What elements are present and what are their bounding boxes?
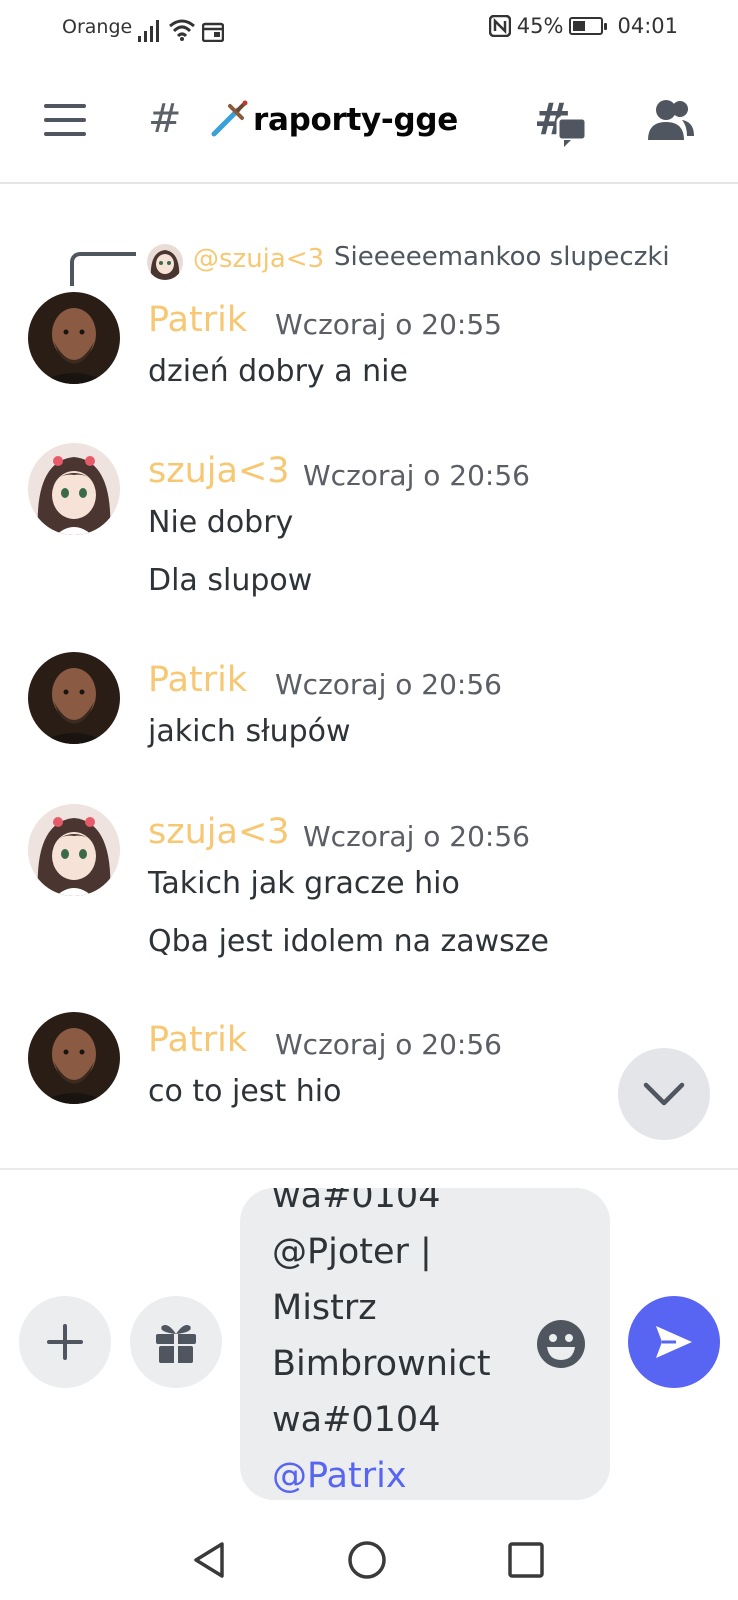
user-avatar[interactable] xyxy=(28,652,120,744)
carrier-label: Orange xyxy=(62,16,133,38)
dagger-icon xyxy=(211,100,248,137)
reply-connector xyxy=(70,252,136,286)
message-timestamp: Wczoraj o 20:56 xyxy=(275,668,502,701)
message-author[interactable]: szuja<3 xyxy=(148,812,290,852)
message-list[interactable]: @szuja<3 Sieeeeemankoo slupeczki Patrik … xyxy=(0,186,738,1168)
message-author[interactable]: Patrik xyxy=(148,660,247,700)
gift-icon xyxy=(156,1325,196,1363)
calendar-icon xyxy=(202,22,224,42)
jump-to-latest-button[interactable] xyxy=(618,1048,710,1140)
status-bar: Orange 45% 04:01 xyxy=(0,0,738,58)
reply-avatar[interactable] xyxy=(147,244,183,280)
reply-text[interactable]: Sieeeeemankoo slupeczki xyxy=(334,242,670,272)
add-attachment-button[interactable] xyxy=(19,1296,111,1388)
gift-button[interactable] xyxy=(130,1296,222,1388)
message-author[interactable]: Patrik xyxy=(148,1020,247,1060)
input-line: wa#0104 xyxy=(272,1188,441,1216)
system-navigation-bar xyxy=(0,1520,738,1600)
message-input-text[interactable]: wa#0104 @Pjoter | Mistrz Bimbrownict wa#… xyxy=(272,1188,512,1500)
home-icon[interactable] xyxy=(345,1538,389,1582)
message-timestamp: Wczoraj o 20:56 xyxy=(303,820,530,853)
input-line: Mistrz xyxy=(272,1288,377,1328)
user-avatar[interactable] xyxy=(28,804,120,896)
message-timestamp: Wczoraj o 20:55 xyxy=(275,308,502,341)
battery-icon xyxy=(569,17,608,35)
plus-icon xyxy=(47,1324,83,1360)
clock: 04:01 xyxy=(617,14,678,38)
back-icon[interactable] xyxy=(188,1538,232,1582)
send-button[interactable] xyxy=(628,1296,720,1388)
nfc-icon xyxy=(488,15,511,37)
status-icons xyxy=(138,14,224,42)
input-line: Bimbrownict xyxy=(272,1344,491,1384)
message-author[interactable]: szuja<3 xyxy=(148,451,290,491)
members-icon[interactable] xyxy=(644,98,694,142)
bearded-man-avatar-icon xyxy=(28,292,120,384)
wifi-icon xyxy=(169,19,195,41)
anime-avatar-icon xyxy=(147,244,183,280)
anime-avatar-icon xyxy=(28,804,120,896)
emoji-icon[interactable] xyxy=(535,1318,587,1370)
input-mention: @Patrix xyxy=(272,1456,407,1496)
chevron-down-icon xyxy=(643,1082,685,1106)
battery-percent: 45% xyxy=(516,14,564,38)
signal-icon xyxy=(138,20,159,42)
message-timestamp: Wczoraj o 20:56 xyxy=(275,1028,502,1061)
send-icon xyxy=(656,1326,692,1358)
bearded-man-avatar-icon xyxy=(28,1012,120,1104)
user-avatar[interactable] xyxy=(28,1012,120,1104)
message-timestamp: Wczoraj o 20:56 xyxy=(303,459,530,492)
channel-name[interactable]: raporty-gge xyxy=(253,102,458,138)
user-avatar[interactable] xyxy=(28,443,120,535)
message-text[interactable]: Qba jest idolem na zawsze xyxy=(148,924,549,959)
message-author[interactable]: Patrik xyxy=(148,300,247,340)
bearded-man-avatar-icon xyxy=(28,652,120,744)
battery-fill xyxy=(573,21,586,31)
channel-header: # raporty-gge # xyxy=(0,58,738,184)
message-text[interactable]: Nie dobry xyxy=(148,505,293,540)
user-avatar[interactable] xyxy=(28,292,120,384)
anime-avatar-icon xyxy=(28,443,120,535)
input-line: wa#0104 xyxy=(272,1400,441,1440)
input-line: @Pjoter | xyxy=(272,1232,432,1272)
message-text[interactable]: dzień dobry a nie xyxy=(148,354,408,389)
message-text[interactable]: Takich jak gracze hio xyxy=(148,866,460,901)
hamburger-menu-icon[interactable] xyxy=(44,104,86,136)
message-text[interactable]: Dla slupow xyxy=(148,563,312,598)
message-text[interactable]: jakich słupów xyxy=(148,714,351,749)
channel-hash-icon: # xyxy=(148,96,182,142)
threads-icon[interactable]: # xyxy=(534,96,588,148)
reply-author[interactable]: @szuja<3 xyxy=(193,244,324,274)
message-text[interactable]: co to jest hio xyxy=(148,1074,341,1109)
composer-divider xyxy=(0,1168,738,1170)
recents-icon[interactable] xyxy=(504,1538,548,1582)
